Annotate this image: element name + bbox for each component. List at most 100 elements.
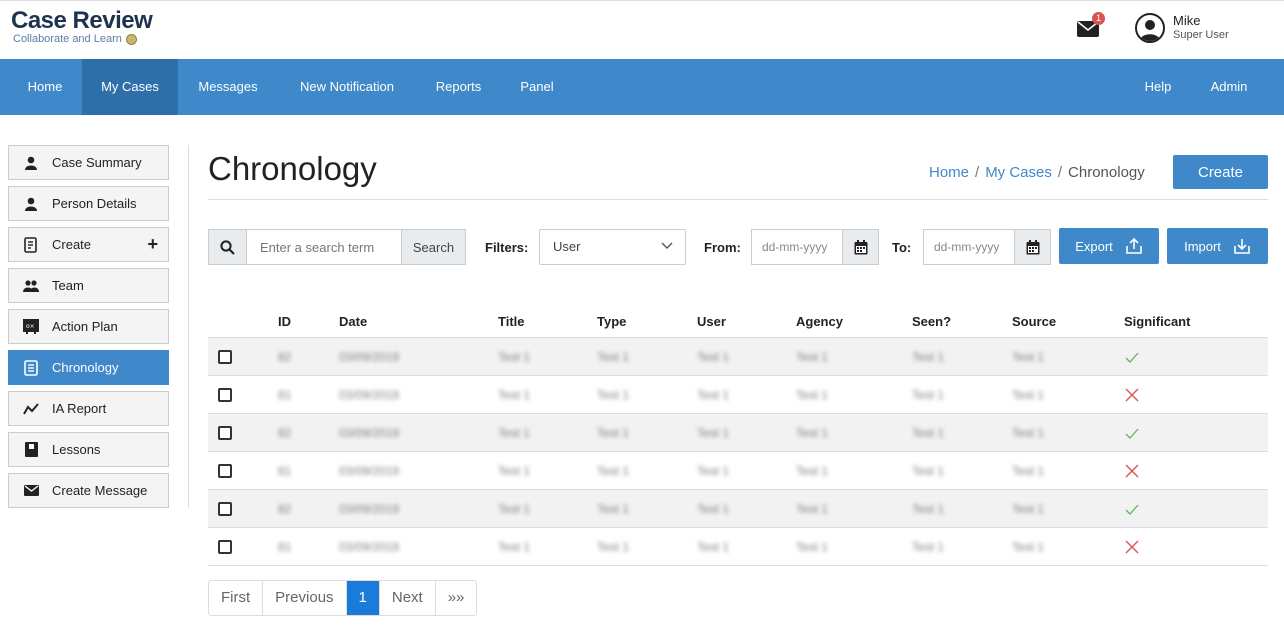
from-date-input[interactable]: dd-mm-yyyy bbox=[751, 229, 843, 265]
user-name[interactable]: Mike bbox=[1173, 13, 1200, 28]
sidebar-item-chronology[interactable]: Chronology bbox=[8, 350, 169, 385]
page-current[interactable]: 1 bbox=[346, 581, 380, 615]
cell-title: Test 1 bbox=[498, 502, 531, 516]
nav-help[interactable]: Help bbox=[1126, 59, 1190, 115]
cell-id: 81 bbox=[278, 464, 292, 478]
breadcrumb-my-cases[interactable]: My Cases bbox=[985, 164, 1052, 181]
table-row[interactable]: 81 03/09/2019 Test 1 Test 1 Test 1 Test 1 Test… bbox=[208, 452, 1268, 490]
cross-icon bbox=[1125, 388, 1139, 402]
upload-icon bbox=[1125, 237, 1142, 254]
cross-icon bbox=[1125, 540, 1139, 554]
nav-reports[interactable]: Reports bbox=[416, 59, 501, 115]
cell-type: Test 1 bbox=[597, 350, 630, 364]
column-header-significant[interactable]: Significant bbox=[1124, 314, 1190, 329]
cell-title: Test 1 bbox=[498, 464, 531, 478]
column-header-id[interactable]: ID bbox=[278, 314, 291, 329]
breadcrumb: Home / My Cases / Chronology bbox=[929, 164, 1145, 181]
table-row[interactable]: 81 03/09/2019 Test 1 Test 1 Test 1 Test 1 Test… bbox=[208, 376, 1268, 414]
calendar-icon[interactable] bbox=[1014, 229, 1051, 265]
cell-date: 03/09/2019 bbox=[339, 388, 400, 402]
column-header-agency[interactable]: Agency bbox=[796, 314, 843, 329]
nav-admin[interactable]: Admin bbox=[1192, 59, 1266, 115]
row-checkbox[interactable] bbox=[218, 502, 232, 516]
column-header-source[interactable]: Source bbox=[1012, 314, 1056, 329]
to-label: To: bbox=[892, 240, 912, 255]
calendar-icon[interactable] bbox=[842, 229, 879, 265]
sidebar-item-create-message[interactable]: Create Message bbox=[8, 473, 169, 508]
search-input[interactable] bbox=[246, 229, 402, 265]
sidebar-item-lessons[interactable]: Lessons bbox=[8, 432, 169, 467]
export-button[interactable]: Export bbox=[1059, 228, 1159, 264]
cell-type: Test 1 bbox=[597, 426, 630, 440]
cell-agency: Test 1 bbox=[796, 350, 829, 364]
nav-new-notification[interactable]: New Notification bbox=[278, 59, 416, 115]
row-checkbox[interactable] bbox=[218, 388, 232, 402]
table-row[interactable]: 82 03/09/2019 Test 1 Test 1 Test 1 Test 1 Test… bbox=[208, 490, 1268, 528]
sidebar-item-label: Lessons bbox=[52, 442, 101, 457]
document-edit-icon bbox=[23, 236, 39, 253]
breadcrumb-current: Chronology bbox=[1068, 164, 1145, 181]
cell-id: 82 bbox=[278, 502, 292, 516]
table-row[interactable]: 82 03/09/2019 Test 1 Test 1 Test 1 Test 1 Test… bbox=[208, 338, 1268, 376]
column-header-date[interactable]: Date bbox=[339, 314, 367, 329]
people-icon bbox=[23, 278, 39, 294]
table-row[interactable]: 82 03/09/2019 Test 1 Test 1 Test 1 Test 1 Test… bbox=[208, 414, 1268, 452]
row-checkbox[interactable] bbox=[218, 350, 232, 364]
nav-panel[interactable]: Panel bbox=[501, 59, 573, 115]
book-icon bbox=[23, 442, 39, 458]
sidebar-item-action-plan[interactable]: o× Action Plan bbox=[8, 309, 169, 344]
nav-my-cases[interactable]: My Cases bbox=[82, 59, 178, 115]
sidebar-item-team[interactable]: Team bbox=[8, 268, 169, 303]
table-row[interactable]: 81 03/09/2019 Test 1 Test 1 Test 1 Test 1 Test… bbox=[208, 528, 1268, 566]
nav-home[interactable]: Home bbox=[8, 59, 82, 115]
nav-messages[interactable]: Messages bbox=[178, 59, 278, 115]
import-button[interactable]: Import bbox=[1167, 228, 1268, 264]
export-label: Export bbox=[1075, 238, 1113, 254]
cell-date: 03/09/2019 bbox=[339, 464, 400, 478]
page-next[interactable]: Next bbox=[380, 581, 436, 615]
logo-title: Case Review bbox=[11, 7, 153, 34]
check-icon bbox=[1125, 352, 1139, 363]
to-date-input[interactable]: dd-mm-yyyy bbox=[923, 229, 1015, 265]
cell-seen: Test 1 bbox=[912, 502, 945, 516]
sidebar-item-create[interactable]: Create + bbox=[8, 227, 169, 262]
page-last[interactable]: »» bbox=[436, 581, 477, 615]
row-checkbox[interactable] bbox=[218, 464, 232, 478]
avatar[interactable] bbox=[1135, 13, 1165, 43]
column-header-title[interactable]: Title bbox=[498, 314, 525, 329]
column-header-user[interactable]: User bbox=[697, 314, 726, 329]
cell-type: Test 1 bbox=[597, 502, 630, 516]
search-button[interactable]: Search bbox=[401, 229, 466, 265]
page-previous[interactable]: Previous bbox=[263, 581, 347, 615]
cell-agency: Test 1 bbox=[796, 388, 829, 402]
cell-user: Test 1 bbox=[697, 464, 730, 478]
cell-user: Test 1 bbox=[697, 540, 730, 554]
divider bbox=[208, 199, 1268, 200]
filter-select[interactable]: User bbox=[539, 229, 686, 265]
table-body: 82 03/09/2019 Test 1 Test 1 Test 1 Test 1 Test… bbox=[208, 338, 1268, 566]
column-header-type[interactable]: Type bbox=[597, 314, 626, 329]
row-checkbox[interactable] bbox=[218, 426, 232, 440]
page-title: Chronology bbox=[208, 150, 377, 187]
cell-id: 81 bbox=[278, 388, 292, 402]
sidebar-item-label: Action Plan bbox=[52, 319, 118, 334]
breadcrumb-home[interactable]: Home bbox=[929, 164, 969, 181]
trend-line-icon bbox=[23, 401, 39, 417]
logo[interactable]: Case Review Collaborate and Learn bbox=[11, 7, 153, 45]
sidebar-item-case-summary[interactable]: Case Summary bbox=[8, 145, 169, 180]
column-header-seen[interactable]: Seen? bbox=[912, 314, 951, 329]
cell-id: 82 bbox=[278, 426, 292, 440]
sidebar-item-ia-report[interactable]: IA Report bbox=[8, 391, 169, 426]
sidebar-item-label: Chronology bbox=[52, 360, 119, 375]
sidebar-item-person-details[interactable]: Person Details bbox=[8, 186, 169, 221]
logo-subtitle: Collaborate and Learn bbox=[13, 33, 122, 45]
cell-date: 03/09/2019 bbox=[339, 502, 400, 516]
row-checkbox[interactable] bbox=[218, 540, 232, 554]
create-button[interactable]: Create bbox=[1173, 155, 1268, 189]
page-first[interactable]: First bbox=[209, 581, 264, 615]
cell-user: Test 1 bbox=[697, 426, 730, 440]
cell-seen: Test 1 bbox=[912, 464, 945, 478]
svg-text:o×: o× bbox=[26, 323, 35, 330]
plus-icon[interactable]: + bbox=[147, 234, 158, 255]
cell-agency: Test 1 bbox=[796, 502, 829, 516]
